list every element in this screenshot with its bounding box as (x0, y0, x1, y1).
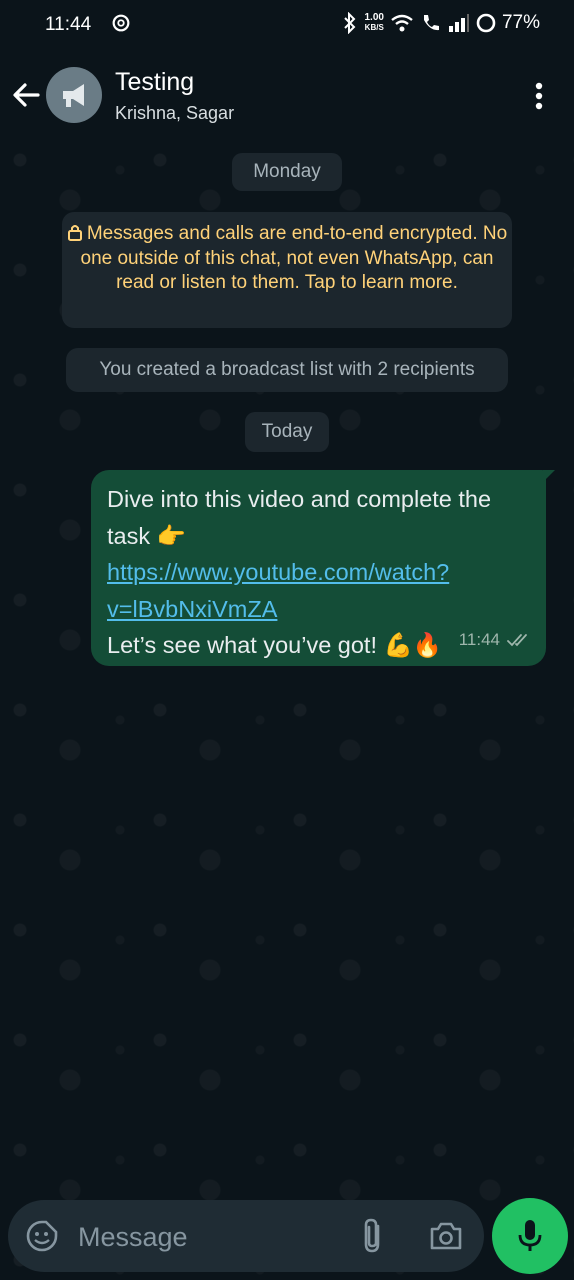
voice-record-button[interactable] (492, 1198, 568, 1274)
encryption-notice-text: Messages and calls are end-to-end encryp… (80, 223, 508, 293)
message-time: 11:44 (458, 629, 500, 649)
wifi-calling-icon (423, 15, 439, 31)
avatar[interactable] (46, 67, 102, 123)
message-link[interactable]: https://www.youtube.com/watch?v=lBvbNxiV… (107, 559, 449, 622)
message-meta: 11:44 (459, 622, 532, 659)
emoji-sticker-icon[interactable] (24, 1218, 60, 1254)
status-icons: 1.00 KB/S 77% (341, 12, 540, 34)
chat-header: Testing Krishna, Sagar (0, 52, 574, 140)
camera-icon[interactable] (428, 1218, 464, 1254)
status-bar: 11:44 1.00 KB/S 77% (0, 0, 574, 52)
date-chip-today: Today (245, 412, 329, 452)
signal-icon (448, 14, 469, 32)
date-chip-monday: Monday (232, 153, 342, 191)
encryption-notice[interactable]: Messages and calls are end-to-end encryp… (62, 212, 512, 328)
bluetooth-icon (343, 12, 355, 34)
chat-subtitle[interactable]: Krishna, Sagar (115, 103, 234, 124)
broadcast-megaphone-icon (63, 84, 84, 107)
attachment-paperclip-icon[interactable] (358, 1216, 388, 1256)
bubble-tail (543, 470, 555, 482)
battery-icon (476, 13, 496, 33)
network-speed: 1.00 KB/S (365, 13, 384, 33)
double-check-icon (507, 633, 527, 647)
network-speed-unit: KB/S (364, 23, 384, 32)
message-composer (8, 1200, 484, 1272)
wifi-icon (391, 14, 413, 32)
back-arrow-icon[interactable] (10, 78, 44, 112)
message-text-part2: Let’s see what you’ve got! 💪🔥 (107, 632, 443, 658)
microphone-icon (518, 1220, 542, 1251)
network-speed-value: 1.00 (364, 12, 384, 23)
battery-percentage: 77% (501, 12, 540, 33)
message-input[interactable] (76, 1214, 330, 1260)
outgoing-message-bubble[interactable]: Dive into this video and complete the ta… (91, 470, 555, 666)
broadcast-system-message: You created a broadcast list with 2 reci… (66, 348, 508, 392)
lock-icon (67, 225, 82, 241)
message-text-part1: Dive into this video and complete the ta… (107, 486, 492, 549)
app-notification-icon (112, 14, 130, 32)
chat-title[interactable]: Testing (115, 68, 194, 97)
more-options-icon[interactable] (524, 78, 554, 114)
status-time: 11:44 (45, 14, 92, 35)
